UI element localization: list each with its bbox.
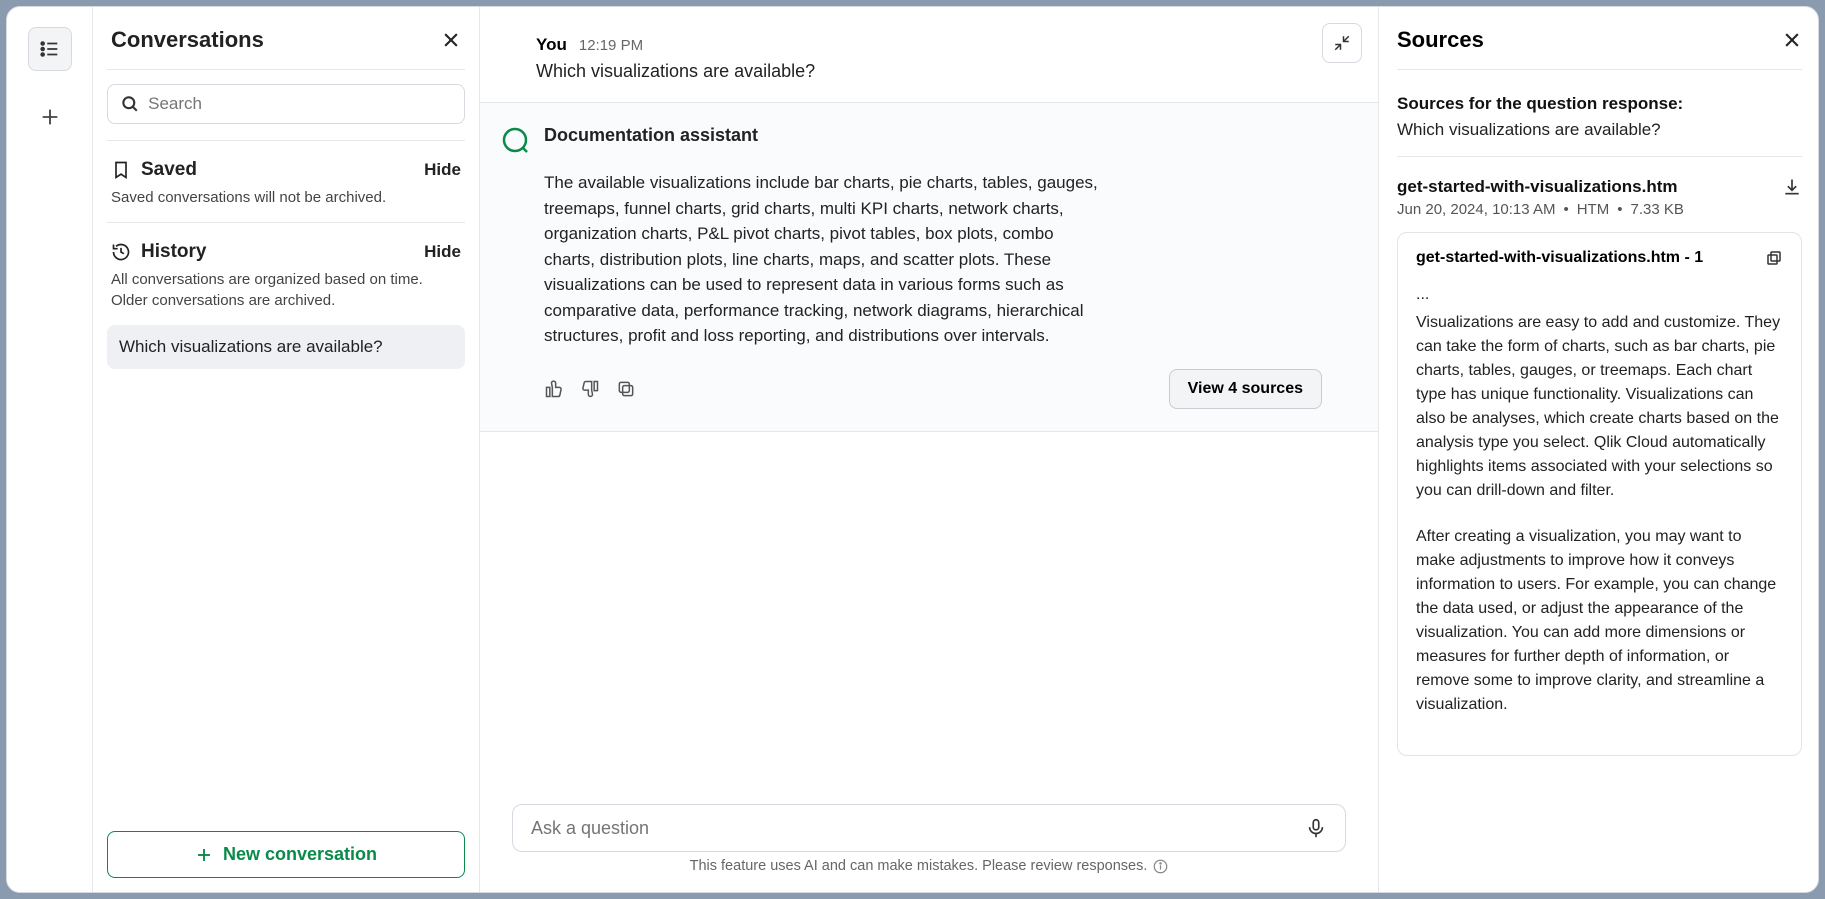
- divider: [1397, 156, 1802, 157]
- open-chunk-button[interactable]: [1765, 249, 1783, 267]
- thumbs-up-button[interactable]: [544, 379, 564, 399]
- user-text: Which visualizations are available?: [536, 55, 1322, 82]
- thumbs-up-icon: [544, 379, 564, 399]
- search-icon: [120, 93, 140, 115]
- conversations-panel: Conversations Saved Hide Save: [92, 7, 480, 892]
- history-section-header: History Hide: [107, 237, 465, 269]
- divider: [107, 222, 465, 223]
- collapse-sources-button[interactable]: [1322, 23, 1362, 63]
- new-conversation-button[interactable]: New conversation: [107, 831, 465, 878]
- user-label: You: [536, 35, 567, 55]
- history-hide-button[interactable]: Hide: [424, 242, 461, 262]
- sources-subhead: Sources for the question response:: [1397, 84, 1802, 120]
- chat-input[interactable]: [512, 804, 1346, 852]
- divider: [107, 69, 465, 70]
- new-chat-button[interactable]: [28, 95, 72, 139]
- history-icon: [111, 242, 131, 262]
- chat-panel: You 12:19 PM Which visualizations are av…: [480, 7, 1378, 892]
- open-icon: [1765, 249, 1783, 267]
- saved-section-header: Saved Hide: [107, 155, 465, 187]
- thumbs-down-icon: [580, 379, 600, 399]
- user-message: You 12:19 PM Which visualizations are av…: [480, 7, 1378, 102]
- question-input[interactable]: [531, 818, 1295, 839]
- download-icon: [1782, 177, 1802, 197]
- microphone-button[interactable]: [1305, 817, 1327, 839]
- close-conversations-button[interactable]: [441, 30, 461, 50]
- history-label: History: [141, 241, 206, 263]
- source-file-meta: Jun 20, 2024, 10:13 AM•HTM•7.33 KB: [1397, 201, 1802, 232]
- plus-icon: [39, 106, 61, 128]
- collapse-icon: [1333, 34, 1351, 52]
- left-rail: [7, 7, 92, 892]
- assistant-name: Documentation assistant: [544, 125, 1322, 146]
- source-chunk-card: get-started-with-visualizations.htm - 1 …: [1397, 232, 1802, 756]
- source-file-name: get-started-with-visualizations.htm: [1397, 177, 1678, 197]
- plus-icon: [195, 846, 213, 864]
- chunk-title: get-started-with-visualizations.htm - 1: [1416, 249, 1703, 267]
- conversations-title: Conversations: [111, 27, 264, 53]
- view-sources-button[interactable]: View 4 sources: [1169, 369, 1322, 409]
- saved-note: Saved conversations will not be archived…: [107, 187, 465, 222]
- copy-icon: [616, 379, 636, 399]
- chat-body: You 12:19 PM Which visualizations are av…: [480, 7, 1378, 792]
- saved-label: Saved: [141, 159, 197, 181]
- sources-title: Sources: [1397, 27, 1484, 53]
- microphone-icon: [1305, 817, 1327, 839]
- conversations-toggle-button[interactable]: [28, 27, 72, 71]
- new-conversation-label: New conversation: [223, 844, 377, 865]
- close-sources-button[interactable]: [1782, 30, 1802, 50]
- thumbs-down-button[interactable]: [580, 379, 600, 399]
- search-field[interactable]: [107, 84, 465, 124]
- info-icon: [1153, 859, 1168, 874]
- bookmark-icon: [111, 160, 131, 180]
- divider: [107, 140, 465, 141]
- assistant-avatar-icon: [502, 127, 528, 153]
- close-icon: [1782, 30, 1802, 50]
- list-icon: [39, 38, 61, 60]
- ai-disclaimer: This feature uses AI and can make mistak…: [512, 852, 1346, 884]
- source-file-row: get-started-with-visualizations.htm: [1397, 171, 1802, 201]
- download-button[interactable]: [1782, 177, 1802, 197]
- copy-button[interactable]: [616, 379, 636, 399]
- history-note: All conversations are organized based on…: [107, 269, 465, 325]
- assistant-text: The available visualizations include bar…: [544, 170, 1104, 349]
- history-item[interactable]: Which visualizations are available?: [107, 325, 465, 369]
- app-frame: Conversations Saved Hide Save: [6, 6, 1819, 893]
- chat-input-bar: This feature uses AI and can make mistak…: [480, 792, 1378, 892]
- close-icon: [441, 30, 461, 50]
- chunk-text: ... Visualizations are easy to add and c…: [1416, 283, 1783, 717]
- message-timestamp: 12:19 PM: [579, 37, 643, 54]
- saved-hide-button[interactable]: Hide: [424, 160, 461, 180]
- sources-panel: Sources Sources for the question respons…: [1378, 7, 1818, 892]
- assistant-message: Documentation assistant The available vi…: [480, 102, 1378, 432]
- sources-question: Which visualizations are available?: [1397, 120, 1802, 156]
- divider: [1397, 69, 1802, 70]
- feedback-buttons: [544, 379, 636, 399]
- search-input[interactable]: [148, 94, 452, 114]
